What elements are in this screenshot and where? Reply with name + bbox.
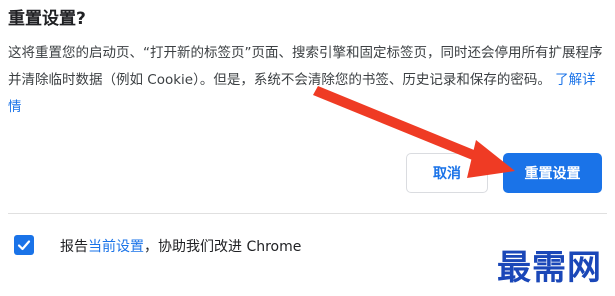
reset-settings-button[interactable]: 重置设置: [503, 153, 602, 193]
report-checkbox[interactable]: [14, 235, 34, 255]
dialog-description: 这将重置您的启动页、“打开新的标签页”页面、搜索引擎和固定标签页，同时还会停用所…: [8, 40, 604, 121]
description-text: 这将重置您的启动页、“打开新的标签页”页面、搜索引擎和固定标签页，同时还会停用所…: [8, 45, 603, 88]
dialog-title: 重置设置?: [8, 9, 86, 29]
current-settings-link[interactable]: 当前设置: [88, 239, 144, 255]
divider: [8, 213, 607, 214]
cancel-button[interactable]: 取消: [406, 153, 488, 193]
watermark-logo: 最需网: [497, 248, 602, 288]
report-prefix: 报告: [60, 239, 88, 255]
checkmark-icon: [17, 240, 31, 251]
report-label: 报告当前设置，协助我们改进 Chrome: [60, 236, 301, 256]
report-suffix: ，协助我们改进 Chrome: [144, 239, 302, 255]
